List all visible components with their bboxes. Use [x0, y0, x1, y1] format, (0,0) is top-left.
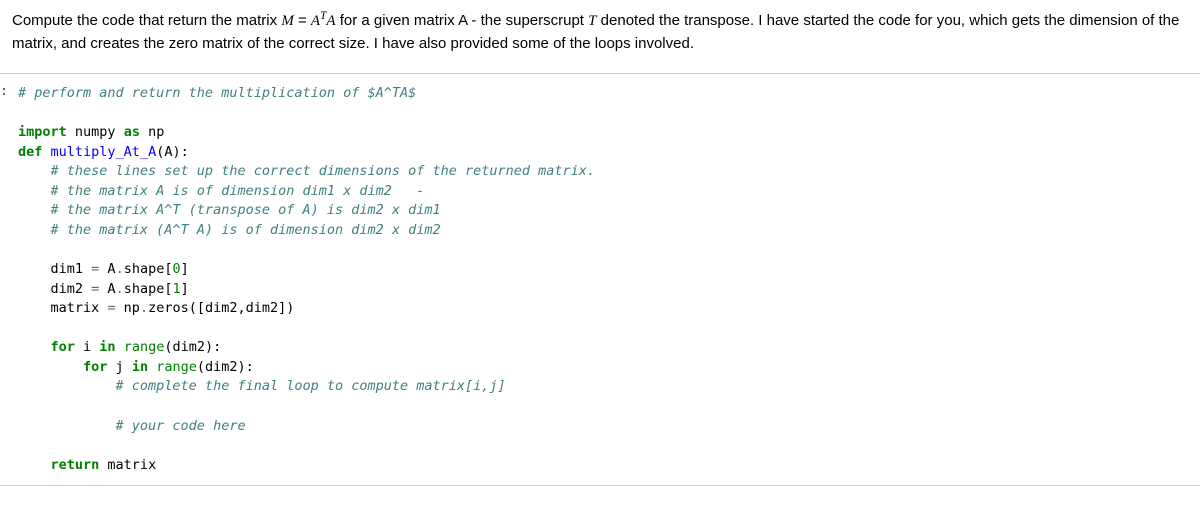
- code-text: ]: [181, 261, 189, 277]
- code-text: [18, 359, 83, 375]
- code-kw-in: in: [99, 339, 115, 355]
- code-op: =: [107, 300, 115, 316]
- code-text: i: [75, 339, 99, 355]
- code-text: j: [107, 359, 131, 375]
- math-equals: =: [294, 12, 311, 29]
- code-text: [42, 144, 50, 160]
- code-text: [116, 339, 124, 355]
- code-text: A: [99, 261, 115, 277]
- code-text: A: [99, 281, 115, 297]
- code-text: zeros([dim2,dim2]): [148, 300, 294, 316]
- code-op: .: [140, 300, 148, 316]
- code-kw-for: for: [51, 339, 75, 355]
- math-A2: A: [326, 13, 335, 29]
- code-text: np: [140, 124, 164, 140]
- cell-prompt: :: [0, 80, 10, 99]
- code-text: np: [116, 300, 140, 316]
- code-funcname: multiply_At_A: [51, 144, 157, 160]
- problem-statement: Compute the code that return the matrix …: [12, 8, 1188, 55]
- code-text: shape[: [124, 281, 173, 297]
- code-comment: # the matrix A is of dimension dim1 x di…: [18, 183, 424, 199]
- code-text: [18, 339, 51, 355]
- code-kw-for: for: [83, 359, 107, 375]
- instr-text: Compute the code that return the matrix: [12, 12, 281, 29]
- code-kw-import: import: [18, 124, 67, 140]
- code-text: [18, 457, 51, 473]
- code-text: (dim2):: [164, 339, 221, 355]
- code-text: numpy: [67, 124, 124, 140]
- code-text: matrix: [99, 457, 156, 473]
- code-text: [148, 359, 156, 375]
- code-comment: # your code here: [18, 418, 246, 434]
- code-text: matrix: [18, 300, 107, 316]
- code-editor[interactable]: # perform and return the multiplication …: [10, 80, 1200, 479]
- code-text: dim1: [18, 261, 91, 277]
- code-text: ]: [181, 281, 189, 297]
- code-comment: # the matrix (A^T A) is of dimension dim…: [18, 222, 441, 238]
- code-text: dim2: [18, 281, 91, 297]
- math-A1: A: [311, 13, 320, 29]
- code-op: .: [116, 261, 124, 277]
- code-cell: : # perform and return the multiplicatio…: [0, 73, 1200, 486]
- code-comment: # these lines set up the correct dimensi…: [18, 163, 595, 179]
- code-kw-return: return: [51, 457, 100, 473]
- math-T: T: [588, 13, 596, 29]
- code-num: 0: [172, 261, 180, 277]
- code-op: .: [116, 281, 124, 297]
- code-kw-def: def: [18, 144, 42, 160]
- math-M: M: [281, 13, 294, 29]
- code-kw-in: in: [132, 359, 148, 375]
- code-comment: # complete the final loop to compute mat…: [18, 378, 506, 394]
- code-text: (A):: [156, 144, 189, 160]
- code-text: (dim2):: [197, 359, 254, 375]
- code-num: 1: [172, 281, 180, 297]
- code-text: shape[: [124, 261, 173, 277]
- code-builtin-range: range: [124, 339, 165, 355]
- code-comment: # perform and return the multiplication …: [18, 85, 416, 101]
- code-comment: # the matrix A^T (transpose of A) is dim…: [18, 202, 441, 218]
- code-kw-as: as: [124, 124, 140, 140]
- instr-text-2: for a given matrix A - the superscrupt: [336, 12, 589, 29]
- code-builtin-range: range: [156, 359, 197, 375]
